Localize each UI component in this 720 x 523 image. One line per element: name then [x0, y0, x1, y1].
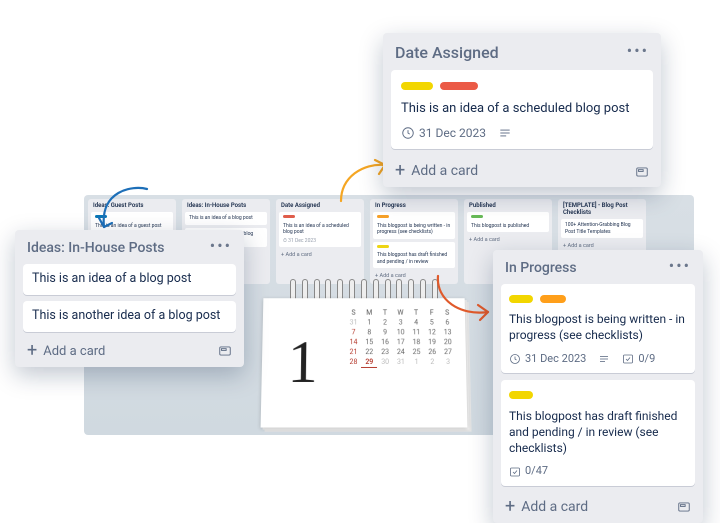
card-labels [509, 291, 687, 307]
calendar-grid: SMTWTFS 31123456 78910111213 14151617181… [343, 298, 467, 427]
bg-list: Date AssignedThis is an idea of a schedu… [276, 199, 364, 284]
card-template-icon[interactable] [635, 163, 649, 179]
checklist-icon [509, 466, 521, 478]
card-text: This is an idea of a blog post [32, 271, 227, 288]
due-date-badge: 31 Dec 2023 [509, 352, 586, 367]
list-date-assigned: Date Assigned ••• This is an idea of a s… [383, 33, 661, 187]
bg-list: In ProgressThis blogpost is being writte… [370, 199, 458, 284]
checklist-badge: 0/9 [622, 352, 655, 367]
card-text: This is an idea of a scheduled blog post [401, 100, 643, 118]
card-labels [509, 387, 687, 403]
card-text: This blogpost has draft finished and pen… [509, 408, 687, 457]
clock-icon [509, 353, 521, 365]
list-ideas-inhouse: Ideas: In-House Posts ••• This is an ide… [15, 230, 244, 367]
card[interactable]: This is an idea of a scheduled blog post… [391, 70, 653, 149]
card-labels [401, 78, 643, 96]
label-pill[interactable] [509, 295, 533, 303]
calendar-month-numeral: 1 [261, 298, 344, 427]
add-card-label: Add a card [521, 499, 588, 515]
add-card-button[interactable]: + Add a card [505, 499, 588, 515]
add-card-label: Add a card [411, 163, 478, 179]
checklist-badge: 0/47 [509, 464, 548, 479]
list-title[interactable]: In Progress [505, 260, 577, 276]
list-in-progress: In Progress ••• This blogpost is being w… [493, 250, 703, 523]
card-template-icon[interactable] [677, 499, 691, 515]
label-pill[interactable] [440, 82, 478, 90]
add-card-label: Add a card [43, 344, 105, 359]
plus-icon: + [27, 344, 37, 358]
list-title[interactable]: Date Assigned [395, 43, 499, 62]
add-card-button[interactable]: + Add a card [395, 163, 478, 179]
desk-calendar: 1 SMTWTFS 31123456 78910111213 141516171… [254, 279, 474, 429]
plus-icon: + [505, 500, 515, 514]
clock-icon [401, 126, 415, 140]
plus-icon: + [395, 164, 405, 178]
list-menu-button[interactable]: ••• [669, 262, 691, 270]
card-text: This is another idea of a blog post [32, 308, 227, 325]
card[interactable]: This blogpost has draft finished and pen… [501, 380, 695, 486]
card[interactable]: This is an idea of a blog post [23, 264, 236, 295]
add-card-button[interactable]: + Add a card [27, 344, 105, 359]
card-template-icon[interactable] [218, 344, 232, 359]
list-title[interactable]: Ideas: In-House Posts [27, 240, 165, 256]
description-icon [498, 126, 512, 140]
label-pill[interactable] [509, 391, 533, 399]
list-menu-button[interactable]: ••• [627, 47, 649, 55]
card[interactable]: This blogpost is being written - in prog… [501, 284, 695, 373]
card[interactable]: This is another idea of a blog post [23, 301, 236, 332]
label-pill[interactable] [540, 295, 566, 303]
description-icon [598, 353, 610, 365]
list-menu-button[interactable]: ••• [210, 242, 232, 250]
due-date-badge: 31 Dec 2023 [401, 125, 486, 141]
card-text: This blogpost is being written - in prog… [509, 311, 687, 343]
label-pill[interactable] [401, 82, 433, 90]
checklist-icon [622, 353, 634, 365]
